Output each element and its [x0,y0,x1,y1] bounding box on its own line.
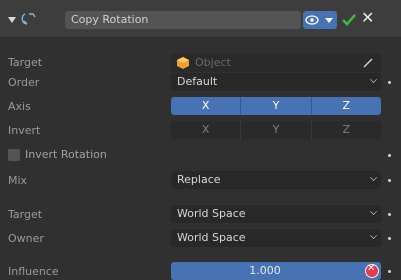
chevron-down-icon [370,232,377,239]
target-label: Target [8,56,43,69]
animate-property-icon[interactable] [388,81,391,84]
influence-value: 1.000 [249,264,281,277]
animate-property-icon[interactable] [388,213,391,216]
animate-property-icon[interactable] [388,154,391,157]
target-space-label: Target [8,208,43,221]
target-space-dropdown[interactable]: World Space [171,205,381,223]
influence-label: Influence [8,265,59,278]
axis-x-toggle[interactable]: X [171,97,241,115]
invert-x-toggle[interactable]: X [171,121,241,139]
mix-label: Mix [8,174,28,187]
owner-space-value: World Space [177,231,246,244]
eye-icon [305,15,319,25]
chevron-down-icon [370,174,377,181]
constraint-name-input[interactable]: Copy Rotation [65,11,301,29]
animate-property-icon[interactable] [388,237,391,240]
mix-value: Replace [177,173,221,186]
object-icon [177,57,189,69]
invert-toggle-group: X Y Z [171,121,381,139]
target-object-placeholder: Object [195,56,231,69]
visibility-toggle[interactable] [303,11,321,29]
axis-label: Axis [8,100,31,113]
constraint-menu-dropdown[interactable] [321,11,337,29]
owner-space-dropdown[interactable]: World Space [171,229,381,247]
constraint-header: Copy Rotation ✕ [0,0,401,37]
disable-keep-temp-icon[interactable] [365,263,379,278]
invert-y-toggle[interactable]: Y [240,121,311,139]
chevron-down-icon [370,76,377,83]
mix-dropdown[interactable]: Replace [171,171,381,189]
collapse-arrow-icon[interactable] [8,17,16,23]
animate-property-icon[interactable] [388,270,391,273]
axis-z-toggle[interactable]: Z [310,97,381,115]
axis-toggle-group: X Y Z [171,97,381,115]
invert-rotation-checkbox[interactable] [8,149,20,161]
target-object-field[interactable]: Object [171,54,381,72]
eyedropper-icon[interactable] [363,58,373,68]
invert-label: Invert [8,124,41,137]
axis-y-toggle[interactable]: Y [240,97,311,115]
apply-check-icon[interactable] [340,11,358,29]
owner-space-label: Owner [8,232,44,245]
delete-constraint-icon[interactable]: ✕ [361,8,374,27]
influence-slider[interactable]: 1.000 [171,262,381,280]
animate-property-icon[interactable] [388,179,391,182]
invert-z-toggle[interactable]: Z [310,121,381,139]
target-space-value: World Space [177,207,246,220]
invert-rotation-label: Invert Rotation [25,148,107,161]
order-label: Order [8,76,40,89]
order-dropdown[interactable]: Default [171,73,381,91]
order-value: Default [177,75,218,88]
copy-rotation-constraint-icon [21,13,36,25]
chevron-down-icon [370,208,377,215]
